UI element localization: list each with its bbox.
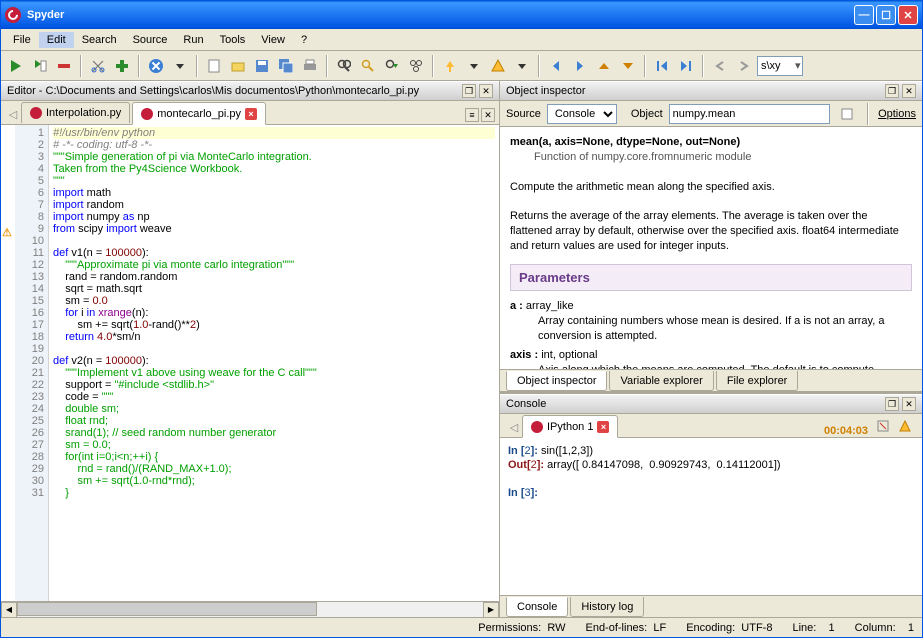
dropdown3-icon[interactable] [511,55,533,77]
inspector-tab[interactable]: Variable explorer [609,371,713,391]
menu-edit[interactable]: Edit [39,32,74,48]
object-label: Object [631,108,663,120]
inspector-p1: Compute the arithmetic mean along the sp… [510,180,912,195]
editor-undock-icon[interactable]: ❐ [462,84,476,98]
console-tab-ipython[interactable]: IPython 1 × [522,415,618,438]
console-title-text: Console [506,398,546,410]
options-label[interactable]: Options [878,108,916,120]
editor-close-icon[interactable]: ✕ [479,84,493,98]
tab-prev-icon[interactable]: ◁ [5,104,21,124]
run-file-icon[interactable] [29,55,51,77]
search-warn-icon[interactable] [357,55,379,77]
forward-icon[interactable] [733,55,755,77]
debug-step-out-icon[interactable] [439,55,461,77]
nav-last-icon[interactable] [675,55,697,77]
app-icon [5,7,21,23]
new-file-icon[interactable] [203,55,225,77]
close-button[interactable]: ✕ [898,5,918,25]
cut-icon[interactable] [87,55,109,77]
editor-title-text: Editor - C:\Documents and Settings\carlo… [7,85,419,97]
inspector-params-header: Parameters [510,264,912,292]
tablist-icon[interactable]: ≡ [465,108,479,122]
search-all-icon[interactable] [405,55,427,77]
editor-tabbar: ◁ Interpolation.pymontecarlo_pi.py× ≡ ✕ [1,101,499,125]
dropdown2-icon[interactable] [463,55,485,77]
editor-tab[interactable]: montecarlo_pi.py× [132,102,266,125]
debug-warn-icon[interactable] [487,55,509,77]
inspector-content: mean(a, axis=None, dtype=None, out=None)… [500,127,922,369]
console-tab-close-icon[interactable]: × [597,421,609,433]
console-tab-prev-icon[interactable]: ◁ [506,417,522,437]
tab-close-icon[interactable]: × [245,108,257,120]
save-all-icon[interactable] [275,55,297,77]
back-icon[interactable] [709,55,731,77]
menubar: FileEditSearchSourceRunToolsView? [1,29,922,51]
console-interrupt-icon[interactable] [872,415,894,437]
open-file-icon[interactable] [227,55,249,77]
scroll-left-icon[interactable]: ◀ [1,602,17,618]
inspector-title-text: Object inspector [506,85,585,97]
ipython-icon [531,421,543,433]
inspector-pane-title: Object inspector ❐ ✕ [500,81,922,101]
dropdown-icon[interactable] [169,55,191,77]
tabclose-all-icon[interactable]: ✕ [481,108,495,122]
run-icon[interactable] [5,55,27,77]
console-btab[interactable]: Console [506,597,568,617]
code-editor[interactable]: ⚠ 12345678910111213141516171819202122232… [1,125,499,601]
inspector-undock-icon[interactable]: ❐ [885,84,899,98]
add-icon[interactable] [111,55,133,77]
menu-search[interactable]: Search [74,32,125,48]
scroll-right-icon[interactable]: ▶ [483,602,499,618]
menu-tools[interactable]: Tools [212,32,254,48]
console-btab[interactable]: History log [570,597,644,617]
inspector-tabs: Object inspectorVariable explorerFile ex… [500,369,922,391]
inspector-signature: mean(a, axis=None, dtype=None, out=None) [510,135,912,150]
inspector-p2: Returns the average of the array element… [510,209,912,254]
python-file-icon [30,107,42,119]
minimize-button[interactable]: — [854,5,874,25]
inspector-module: Function of numpy.core.fromnumeric modul… [534,150,912,165]
print-icon[interactable] [299,55,321,77]
inspector-close-icon[interactable]: ✕ [902,84,916,98]
object-input[interactable] [669,104,830,124]
menu-file[interactable]: File [5,32,39,48]
stop-icon[interactable] [145,55,167,77]
run-line-icon[interactable] [53,55,75,77]
menu-?[interactable]: ? [293,32,315,48]
window-title: Spyder [27,9,64,21]
python-file-icon [141,108,153,120]
search-next-icon[interactable] [381,55,403,77]
titlebar[interactable]: Spyder — ☐ ✕ [1,1,922,29]
console-pane-title: Console ❐ ✕ [500,394,922,414]
main-toolbar: ▾ [1,51,922,81]
editor-hscroll[interactable]: ◀ ▶ [1,601,499,617]
maximize-button[interactable]: ☐ [876,5,896,25]
inspector-action-icon[interactable] [836,103,858,125]
nav-right-icon[interactable] [569,55,591,77]
editor-pane-title: Editor - C:\Documents and Settings\carlo… [1,81,499,101]
nav-first-icon[interactable] [651,55,673,77]
menu-run[interactable]: Run [175,32,211,48]
nav-up-icon[interactable] [593,55,615,77]
app-window: Spyder — ☐ ✕ FileEditSearchSourceRunTool… [0,0,923,638]
source-label: Source [506,108,541,120]
menu-view[interactable]: View [253,32,293,48]
source-select[interactable]: Console [547,104,617,124]
editor-tab[interactable]: Interpolation.py [21,102,130,123]
search-icon[interactable] [333,55,355,77]
console-close-icon[interactable]: ✕ [902,397,916,411]
inspector-tab[interactable]: Object inspector [506,371,607,391]
console-bottom-tabs: ConsoleHistory log [500,595,922,617]
console-warn-icon[interactable] [894,415,916,437]
console-output[interactable]: In [2]: sin([1,2,3]) Out[2]: array([ 0.8… [500,438,922,595]
console-timer: 00:04:03 [824,425,872,437]
save-icon[interactable] [251,55,273,77]
inspector-toolbar: Source Console Object Options [500,101,922,127]
nav-left-icon[interactable] [545,55,567,77]
console-undock-icon[interactable]: ❐ [885,397,899,411]
statusbar: Permissions: RW End-of-lines: LF Encodin… [1,617,922,637]
inspector-tab[interactable]: File explorer [716,371,799,391]
nav-down-icon[interactable] [617,55,639,77]
menu-source[interactable]: Source [125,32,176,48]
